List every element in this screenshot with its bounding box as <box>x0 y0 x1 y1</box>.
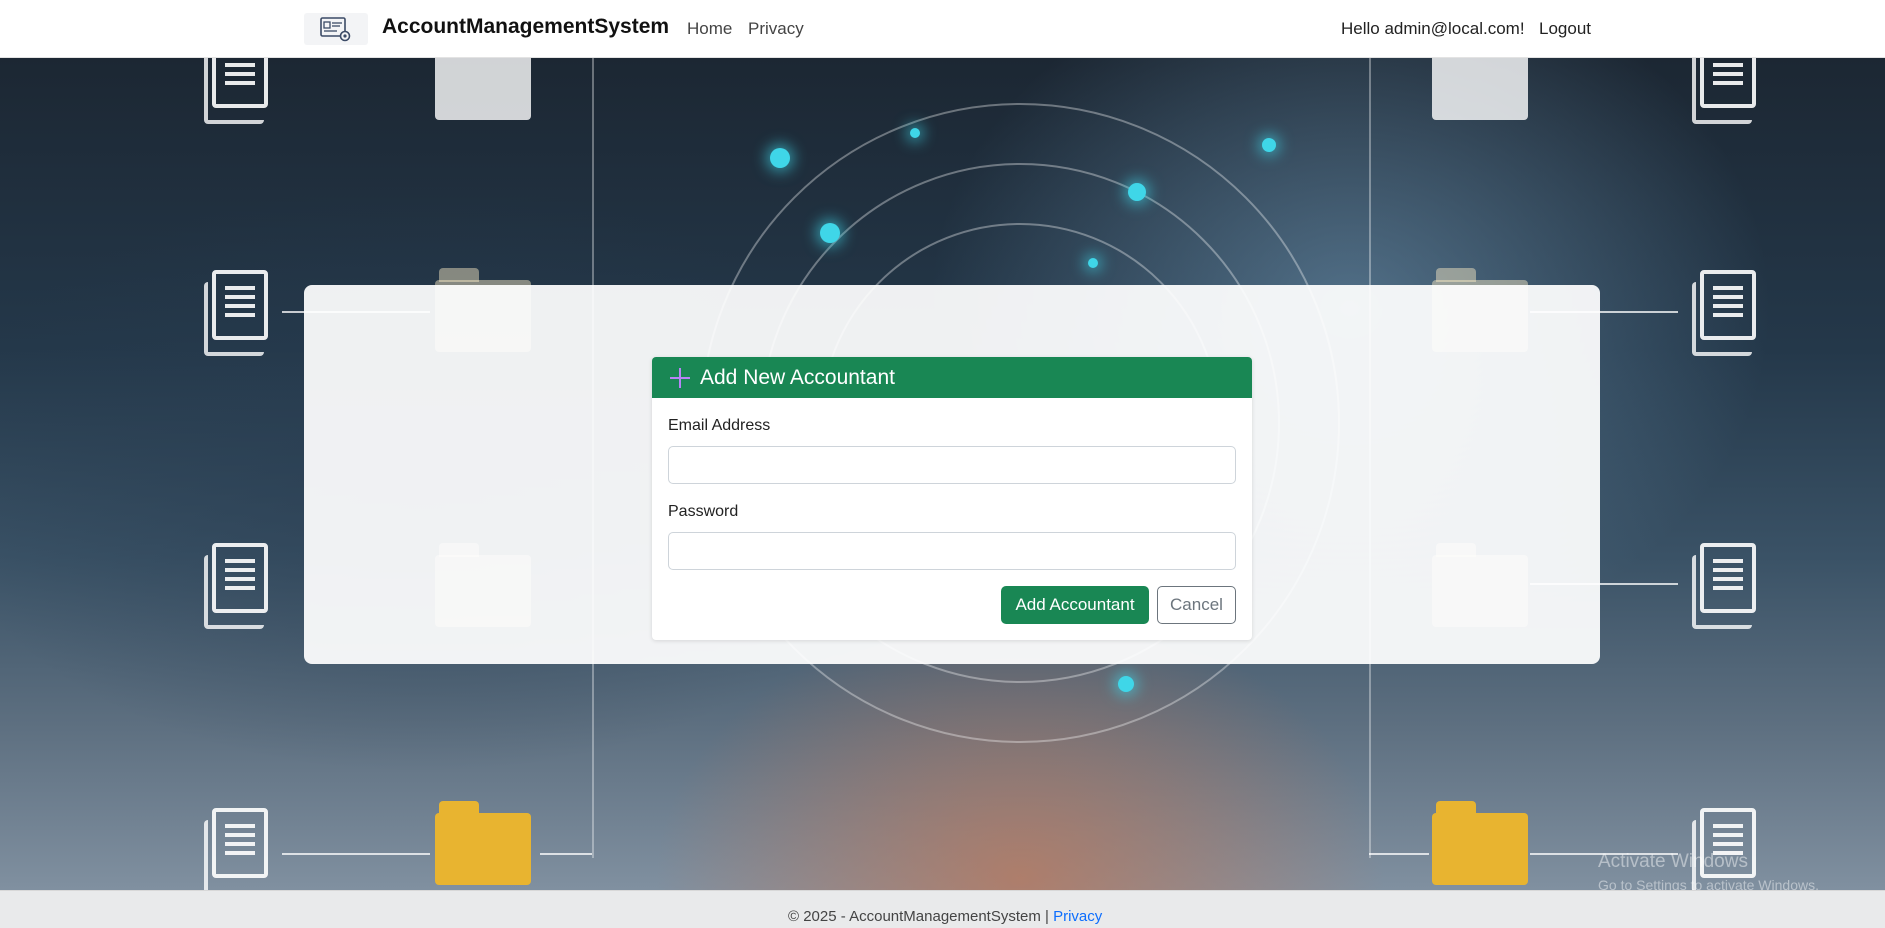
folder-icon <box>1432 801 1528 885</box>
password-field[interactable] <box>668 532 1236 570</box>
bg-connector <box>1369 853 1429 855</box>
document-icon <box>204 270 268 356</box>
password-label: Password <box>668 503 739 520</box>
bg-connector <box>540 853 592 855</box>
top-navbar: AccountManagementSystem Home Privacy Hel… <box>0 0 1885 58</box>
email-label: Email Address <box>668 417 771 434</box>
footer-copyright: © 2025 - AccountManagementSystem | <box>788 908 1049 925</box>
bg-glow <box>1128 183 1146 201</box>
bg-glow <box>1088 258 1098 268</box>
document-icon <box>204 543 268 629</box>
footer: © 2025 - AccountManagementSystem | Priva… <box>0 890 1885 928</box>
brand-link[interactable]: AccountManagementSystem <box>382 15 669 39</box>
folder-icon <box>1432 58 1528 120</box>
footer-privacy-link[interactable]: Privacy <box>1053 908 1102 925</box>
bg-glow <box>910 128 920 138</box>
document-icon <box>1692 543 1756 629</box>
nav-privacy-link[interactable]: Privacy <box>748 19 804 39</box>
footer-content: © 2025 - AccountManagementSystem | Priva… <box>788 908 1102 925</box>
main-panel: Add New Accountant Email Address Passwor… <box>304 285 1600 664</box>
bg-glow <box>1118 676 1134 692</box>
bg-glow <box>820 223 840 243</box>
bg-glow <box>1262 138 1276 152</box>
activate-windows-watermark: Activate Windows Go to Settings to activ… <box>1598 851 1819 893</box>
brand-logo-icon[interactable] <box>304 13 368 45</box>
document-icon <box>204 808 268 890</box>
bg-connector <box>282 853 430 855</box>
logout-link[interactable]: Logout <box>1539 19 1591 39</box>
nav-home-link[interactable]: Home <box>687 19 732 39</box>
watermark-title: Activate Windows <box>1598 851 1748 872</box>
user-greeting: Hello admin@local.com! <box>1341 19 1525 38</box>
folder-icon <box>435 801 531 885</box>
cancel-button[interactable]: Cancel <box>1157 586 1236 624</box>
add-accountant-button[interactable]: Add Accountant <box>1001 586 1149 624</box>
card-header: Add New Accountant <box>652 357 1252 398</box>
document-icon <box>204 58 268 124</box>
add-accountant-card: Add New Accountant Email Address Passwor… <box>652 357 1252 640</box>
document-icon <box>1692 58 1756 124</box>
email-field[interactable] <box>668 446 1236 484</box>
bg-glow <box>770 148 790 168</box>
card-title: Add New Accountant <box>700 365 895 389</box>
plus-icon <box>670 367 690 388</box>
document-icon <box>1692 270 1756 356</box>
folder-icon <box>435 58 531 120</box>
